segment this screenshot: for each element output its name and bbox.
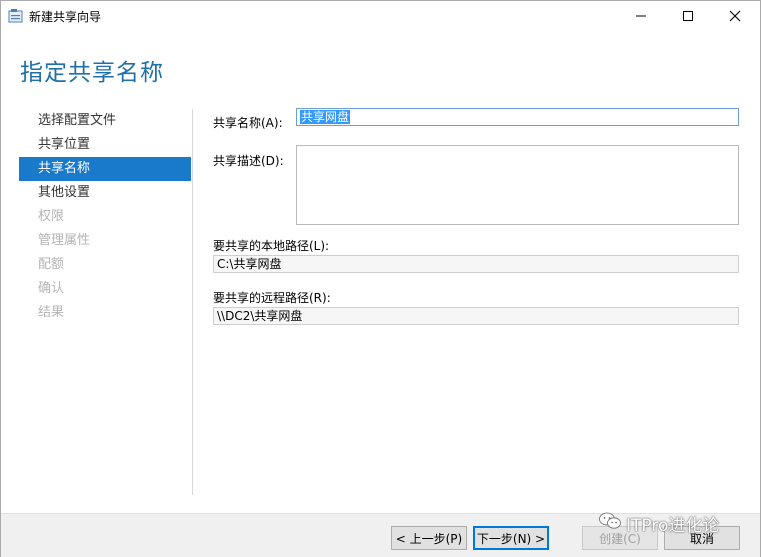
nav-step-results: 结果 (38, 305, 65, 320)
button-bar: < 上一步(P) 下一步(N) > 创建(C) 取消 (1, 513, 760, 557)
nav-step-management-properties: 管理属性 (38, 233, 91, 248)
remote-path-label: 要共享的远程路径(R): (213, 291, 331, 305)
nav-step-select-profile[interactable]: 选择配置文件 (19, 109, 191, 133)
close-button[interactable] (712, 1, 758, 31)
share-folder-icon (8, 8, 24, 24)
share-name-label: 共享名称(A): (213, 116, 283, 130)
share-name-value: 共享网盘 (300, 110, 351, 124)
nav-step-share-name[interactable]: 共享名称 (19, 157, 191, 181)
share-description-label: 共享描述(D): (213, 154, 284, 168)
nav-step-share-location[interactable]: 共享位置 (19, 133, 191, 157)
remote-path-field[interactable]: \\DC2\共享网盘 (213, 307, 739, 325)
minimize-button[interactable] (618, 1, 664, 31)
nav-step-confirmation: 确认 (38, 281, 65, 296)
local-path-label: 要共享的本地路径(L): (213, 239, 330, 253)
next-button[interactable]: 下一步(N) > (473, 526, 549, 550)
nav-divider (192, 109, 193, 495)
page-title: 指定共享名称 (20, 60, 164, 86)
share-name-input[interactable]: 共享网盘 (296, 108, 739, 126)
title-bar[interactable]: 新建共享向导 (1, 1, 760, 31)
maximize-icon (682, 7, 694, 26)
local-path-field[interactable]: C:\共享网盘 (213, 255, 739, 273)
previous-button[interactable]: < 上一步(P) (391, 526, 467, 550)
window-title: 新建共享向导 (29, 10, 102, 24)
close-icon (729, 7, 741, 26)
share-description-textarea[interactable] (296, 145, 739, 225)
wizard-window: 新建共享向导 指定共享名称 选择配置文件 共享位置 共享名称 其他设置 权限 管… (0, 0, 761, 557)
nav-step-permissions: 权限 (38, 209, 65, 224)
wizard-steps-nav: 选择配置文件 共享位置 共享名称 其他设置 权限 管理属性 配额 确认 结果 (19, 109, 191, 325)
maximize-button[interactable] (665, 1, 711, 31)
create-button: 创建(C) (582, 526, 658, 550)
minimize-icon (635, 7, 647, 26)
nav-step-quota: 配额 (38, 257, 65, 272)
cancel-button[interactable]: 取消 (664, 526, 740, 550)
nav-step-other-settings[interactable]: 其他设置 (19, 181, 191, 205)
